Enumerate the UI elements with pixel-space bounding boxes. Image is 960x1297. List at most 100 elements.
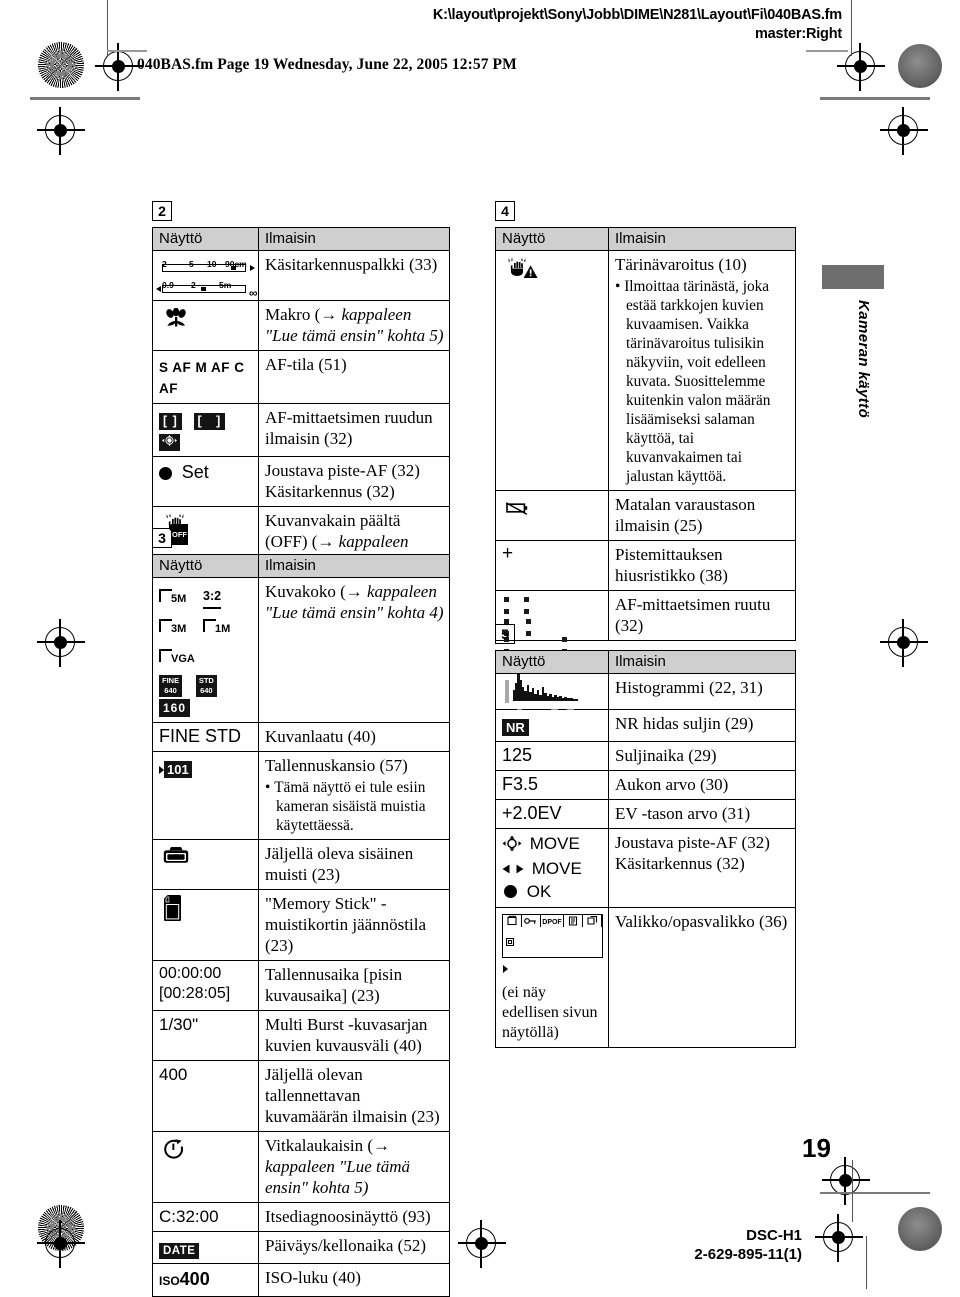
indicator-cell: Itsediagnoosinäyttö (93) (258, 1201, 450, 1232)
table-row: Makro (→ kappaleen "Lue tämä ensin" koht… (152, 300, 450, 351)
display-cell-af-mode: S AF M AF C AF (152, 350, 259, 404)
display-cell-set: Set (152, 456, 259, 507)
part-number: 2-629-895-11(1) (694, 1246, 802, 1263)
display-cell-selfdiag: C:32:00 (152, 1201, 259, 1232)
starburst-mark-top-left (38, 42, 84, 88)
table-row: DPOF (ei näy edellisen sivun näytöllä) V… (495, 907, 796, 1048)
registration-mark-mid-left (37, 107, 85, 155)
focus-bar-track-top (159, 264, 263, 273)
indicator-cell: AF-tila (51) (258, 350, 450, 404)
table-row: 125 Suljinaika (29) (495, 741, 796, 771)
column-header-display: Näyttö (152, 554, 259, 578)
indicator-cell: Valikko/opasvalikko (36) (608, 907, 796, 1048)
indicator-text: Tallennuskansio (57) (265, 755, 408, 775)
focus-bar-ticks-bottom: 0.9 2 5m (159, 275, 263, 290)
display-cell-low-battery (495, 490, 609, 541)
move-row-ok: OK (502, 881, 603, 903)
indicator-cell: Päiväys/kellonaika (52) (258, 1230, 450, 1264)
indicator-bullet: Tämä näyttö ei tule esiin kameran sisäis… (265, 778, 444, 835)
registration-mark-bottom-left (37, 1220, 85, 1268)
menu-note: (ei näy edellisen sivun näytöllä) (502, 984, 598, 1041)
table-row: S AF M AF C AF AF-tila (51) (152, 350, 450, 404)
indicator-cell: Makro (→ kappaleen "Lue tämä ensin" koht… (258, 300, 450, 351)
filled-circle-icon (159, 467, 172, 480)
table-row: "Memory Stick" -muistikortin jäännöstila… (152, 888, 450, 961)
af-frame-wide-icon: [ ] (193, 413, 226, 431)
right-arrow-icon: → (345, 582, 363, 601)
indicator-line-1: Joustava piste-AF (32) (265, 461, 420, 480)
focus-arrow-left-icon (156, 285, 161, 292)
column-header-indicator: Ilmaisin (608, 227, 796, 251)
display-cell-ev: +2.0EV (495, 799, 609, 829)
indicator-cell: NR hidas suljin (29) (608, 709, 796, 742)
table-row: Matalan varaustason ilmaisin (25) (495, 490, 796, 541)
menu-icon-protect (522, 915, 541, 927)
indicator-cell: Multi Burst -kuvasarjan kuvien kuvausväl… (258, 1009, 450, 1061)
image-size-5m-icon: 5M (159, 587, 186, 610)
indicator-cell: Jäljellä olevan tallennettavan kuvamäärä… (258, 1059, 450, 1132)
right-arrow-icon: → (373, 1135, 391, 1155)
crop-line-top-left (30, 97, 140, 100)
indicator-cell: "Memory Stick" -muistikortin jäännöstila… (258, 888, 450, 961)
crop-line-left (107, 0, 109, 56)
display-cell-macro (152, 300, 259, 351)
focus-bar-ticks-top: 2 5 10 90cm (159, 254, 263, 269)
table-row: F3.5 Aukon arvo (30) (495, 770, 796, 800)
registration-mark-top-right (837, 43, 885, 91)
table-row: ISO400 ISO-luku (40) (152, 1262, 450, 1297)
table-row: MOVE MOVE OK Joustava piste-AF (32) Käsi… (495, 828, 796, 908)
indicator-cell: Jäljellä oleva sisäinen muisti (23) (258, 838, 450, 890)
size-label: 1M (215, 623, 231, 635)
image-size-3m-icon: 3M (159, 617, 186, 640)
indicator-cell: Käsitarkennuspalkki (33) (258, 250, 450, 301)
four-way-arrows-icon (502, 835, 522, 858)
indicator-cell: Kuvakoko (→ kappaleen "Lue tämä ensin" k… (258, 577, 450, 723)
indicator-cell: Pistemittauksen hiusristikko (38) (608, 540, 796, 591)
indicator-cell: Tallennusaika [pisin kuvausaika] (23) (258, 959, 450, 1011)
model-and-part-number: DSC-H1 2-629-895-11(1) (600, 1226, 802, 1264)
table-row: 101 Tallennuskansio (57) Tämä näyttö ei … (152, 750, 450, 840)
crop-line-bottom-vertical-2 (866, 1236, 868, 1289)
filled-circle-icon (504, 885, 517, 898)
file-path-header: K:\layout\projekt\Sony\Jobb\DIME\N281\La… (433, 6, 842, 44)
display-cell-quality: FINE STD (152, 721, 259, 752)
table-row: DATE Päiväys/kellonaika (52) (152, 1230, 450, 1264)
right-arrow-icon: → (320, 305, 338, 324)
off-label: OFF (171, 524, 188, 545)
size-label: VGA (171, 653, 195, 665)
manual-focus-bar-icon: 2 5 10 90cm 0.9 2 5m ∞ (156, 254, 263, 300)
crop-line-bottom-vertical (852, 1160, 854, 1222)
indicator-text: Kuvakoko ( (265, 582, 346, 601)
section-badge-5: 5 (495, 624, 515, 644)
ok-label: OK (526, 882, 552, 901)
display-cell-af-frames: [ ] [ ] (152, 403, 259, 457)
display-cell-histogram (495, 673, 609, 716)
menu-guide-bar-icon: DPOF (502, 914, 603, 958)
table-row: +2.0EV EV -tason arvo (31) (495, 799, 796, 829)
left-right-arrows-icon (502, 859, 524, 881)
table-row: Vitkalaukaisin (→ kappaleen "Lue tämä en… (152, 1130, 450, 1203)
table-section-4: Näyttö Ilmaisin Tärinävaroitus (10) • Il… (495, 227, 796, 654)
move-row-4way: MOVE (502, 833, 603, 858)
nr-slow-shutter-icon: NR (502, 719, 529, 736)
table-row: AF-mittaetsimen ruutu (32) (495, 590, 796, 654)
display-cell-image-sizes: 5M 3:2 3M 1M VGA FINE 640 STD 640 160 (152, 577, 259, 723)
indicator-text: Tärinävaroitus (10) (615, 255, 747, 274)
display-cell-shutter-speed: 125 (495, 741, 609, 771)
size-label: 5M (171, 593, 187, 605)
table-row: 00:00:00 [00:28:05] Tallennusaika [pisin… (152, 959, 450, 1011)
display-cell-folder: 101 (152, 750, 259, 840)
display-cell-nr: NR (495, 709, 609, 742)
table-row: Tärinävaroitus (10) Ilmoittaa tärinästä,… (495, 250, 796, 491)
movie-size-std640-icon: STD 640 (195, 674, 217, 697)
menu-icon-resize (583, 915, 602, 927)
display-cell-burst-interval: 1/30" (152, 1009, 259, 1061)
crop-line-right (851, 0, 853, 56)
table-row: 5M 3:2 3M 1M VGA FINE 640 STD 640 160 Kuva… (152, 577, 450, 723)
indicator-text: Makro ( (265, 305, 321, 324)
fm-page-info: 040BAS.fm Page 19 Wednesday, June 22, 20… (137, 56, 517, 73)
indicator-cell: Tallennuskansio (57) Tämä näyttö ei tule… (258, 750, 450, 840)
registration-mark-right-center (880, 619, 928, 667)
manual-page: K:\layout\projekt\Sony\Jobb\DIME\N281\La… (0, 0, 960, 1297)
crop-line-bottom-right (820, 1192, 930, 1194)
